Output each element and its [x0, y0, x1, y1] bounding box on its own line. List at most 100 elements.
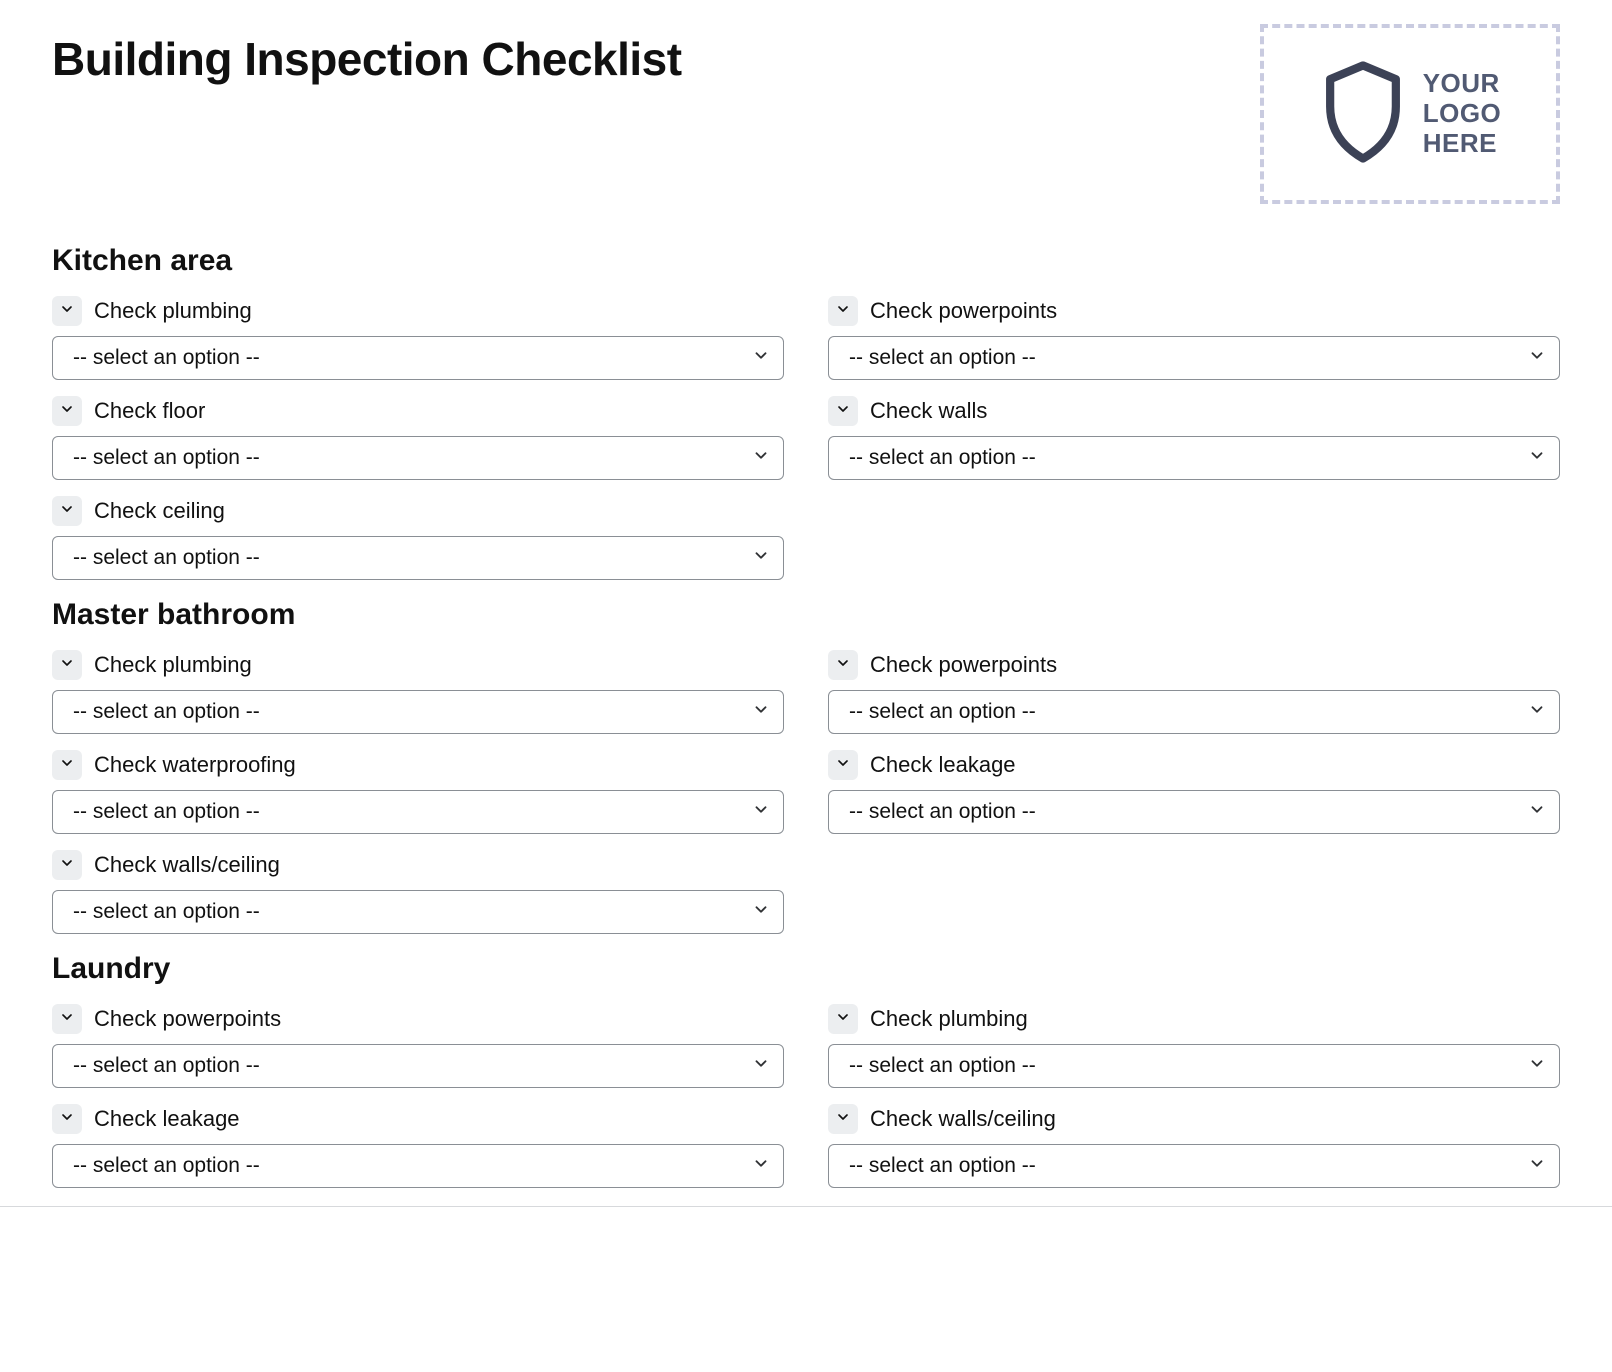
logo-placeholder: YOUR LOGO HERE — [1260, 24, 1560, 204]
select-box: -- select an option -- — [828, 436, 1560, 480]
chevron-down-icon — [59, 301, 75, 322]
field-label-row: Check leakage — [828, 750, 1560, 780]
select-box: -- select an option -- — [828, 690, 1560, 734]
select-input[interactable]: -- select an option -- — [828, 436, 1560, 480]
field-label-row: Check ceiling — [52, 496, 784, 526]
select-box: -- select an option -- — [52, 436, 784, 480]
page-title: Building Inspection Checklist — [52, 32, 682, 86]
field-label-row: Check plumbing — [52, 650, 784, 680]
logo-text-line: HERE — [1423, 129, 1502, 159]
collapse-toggle[interactable] — [828, 296, 858, 326]
chevron-down-icon — [835, 755, 851, 776]
field-label: Check plumbing — [870, 1006, 1028, 1032]
field-block: Check walls -- select an option -- — [828, 396, 1560, 480]
collapse-toggle[interactable] — [52, 296, 82, 326]
select-box: -- select an option -- — [828, 1044, 1560, 1088]
field-label-row: Check walls/ceiling — [52, 850, 784, 880]
select-input[interactable]: -- select an option -- — [828, 336, 1560, 380]
section-grid: Check powerpoints-- select an option --C… — [52, 1004, 1560, 1196]
field-block: Check waterproofing -- select an option -… — [52, 750, 784, 834]
chevron-down-icon — [835, 1109, 851, 1130]
collapse-toggle[interactable] — [828, 1004, 858, 1034]
chevron-down-icon — [835, 401, 851, 422]
select-input[interactable]: -- select an option -- — [52, 890, 784, 934]
field-label: Check leakage — [94, 1106, 240, 1132]
select-box: -- select an option -- — [828, 336, 1560, 380]
collapse-toggle[interactable] — [52, 396, 82, 426]
select-box: -- select an option -- — [52, 336, 784, 380]
field-block: Check plumbing -- select an option -- — [52, 650, 784, 734]
collapse-toggle[interactable] — [828, 650, 858, 680]
field-block: Check plumbing -- select an option -- — [828, 1004, 1560, 1088]
select-input[interactable]: -- select an option -- — [52, 690, 784, 734]
chevron-down-icon — [835, 1009, 851, 1030]
field-label: Check powerpoints — [870, 652, 1057, 678]
select-box: -- select an option -- — [828, 790, 1560, 834]
field-block: Check leakage -- select an option -- — [828, 750, 1560, 834]
select-input[interactable]: -- select an option -- — [52, 436, 784, 480]
collapse-toggle[interactable] — [52, 750, 82, 780]
field-label: Check walls/ceiling — [870, 1106, 1056, 1132]
field-label: Check powerpoints — [94, 1006, 281, 1032]
section-title: Kitchen area — [52, 244, 1560, 278]
section-title: Master bathroom — [52, 598, 1560, 632]
field-label: Check floor — [94, 398, 205, 424]
field-label: Check plumbing — [94, 652, 252, 678]
field-label-row: Check floor — [52, 396, 784, 426]
chevron-down-icon — [835, 301, 851, 322]
chevron-down-icon — [59, 755, 75, 776]
select-input[interactable]: -- select an option -- — [52, 790, 784, 834]
section-title: Laundry — [52, 952, 1560, 986]
field-block: Check ceiling -- select an option -- — [52, 496, 784, 580]
collapse-toggle[interactable] — [828, 750, 858, 780]
page-header: Building Inspection Checklist YOUR LOGO … — [52, 14, 1560, 204]
chevron-down-icon — [59, 1109, 75, 1130]
field-label-row: Check powerpoints — [828, 650, 1560, 680]
chevron-down-icon — [59, 655, 75, 676]
page: Building Inspection Checklist YOUR LOGO … — [0, 0, 1612, 1207]
select-input[interactable]: -- select an option -- — [828, 790, 1560, 834]
collapse-toggle[interactable] — [828, 1104, 858, 1134]
select-box: -- select an option -- — [828, 1144, 1560, 1188]
select-box: -- select an option -- — [52, 1144, 784, 1188]
field-block: Check powerpoints -- select an option -- — [828, 650, 1560, 734]
select-box: -- select an option -- — [52, 890, 784, 934]
select-box: -- select an option -- — [52, 1044, 784, 1088]
field-label-row: Check powerpoints — [828, 296, 1560, 326]
collapse-toggle[interactable] — [52, 1104, 82, 1134]
form-sections: Kitchen area Check plumbing -- select an o… — [52, 244, 1560, 1196]
select-input[interactable]: -- select an option -- — [52, 1144, 784, 1188]
collapse-toggle[interactable] — [52, 850, 82, 880]
chevron-down-icon — [59, 401, 75, 422]
select-input[interactable]: -- select an option -- — [828, 1144, 1560, 1188]
collapse-toggle[interactable] — [52, 1004, 82, 1034]
field-label: Check plumbing — [94, 298, 252, 324]
field-block: Check leakage -- select an option -- — [52, 1104, 784, 1188]
section-grid: Check plumbing-- select an option --Chec… — [52, 296, 1560, 588]
select-input[interactable]: -- select an option -- — [52, 536, 784, 580]
section-grid: Check plumbing-- select an option --Chec… — [52, 650, 1560, 942]
select-input[interactable]: -- select an option -- — [828, 690, 1560, 734]
chevron-down-icon — [59, 501, 75, 522]
field-block: Check powerpoints -- select an option -- — [828, 296, 1560, 380]
select-box: -- select an option -- — [52, 536, 784, 580]
field-label-row: Check waterproofing — [52, 750, 784, 780]
collapse-toggle[interactable] — [828, 396, 858, 426]
select-box: -- select an option -- — [52, 790, 784, 834]
logo-text-line: YOUR — [1423, 69, 1502, 99]
field-label-row: Check leakage — [52, 1104, 784, 1134]
shield-icon — [1319, 60, 1407, 169]
logo-text-line: LOGO — [1423, 99, 1502, 129]
select-input[interactable]: -- select an option -- — [52, 1044, 784, 1088]
field-label: Check walls/ceiling — [94, 852, 280, 878]
field-block: Check powerpoints -- select an option -- — [52, 1004, 784, 1088]
logo-text: YOUR LOGO HERE — [1423, 69, 1502, 159]
select-input[interactable]: -- select an option -- — [828, 1044, 1560, 1088]
field-label-row: Check walls — [828, 396, 1560, 426]
field-label: Check walls — [870, 398, 987, 424]
collapse-toggle[interactable] — [52, 650, 82, 680]
select-input[interactable]: -- select an option -- — [52, 336, 784, 380]
collapse-toggle[interactable] — [52, 496, 82, 526]
field-label: Check powerpoints — [870, 298, 1057, 324]
chevron-down-icon — [835, 655, 851, 676]
